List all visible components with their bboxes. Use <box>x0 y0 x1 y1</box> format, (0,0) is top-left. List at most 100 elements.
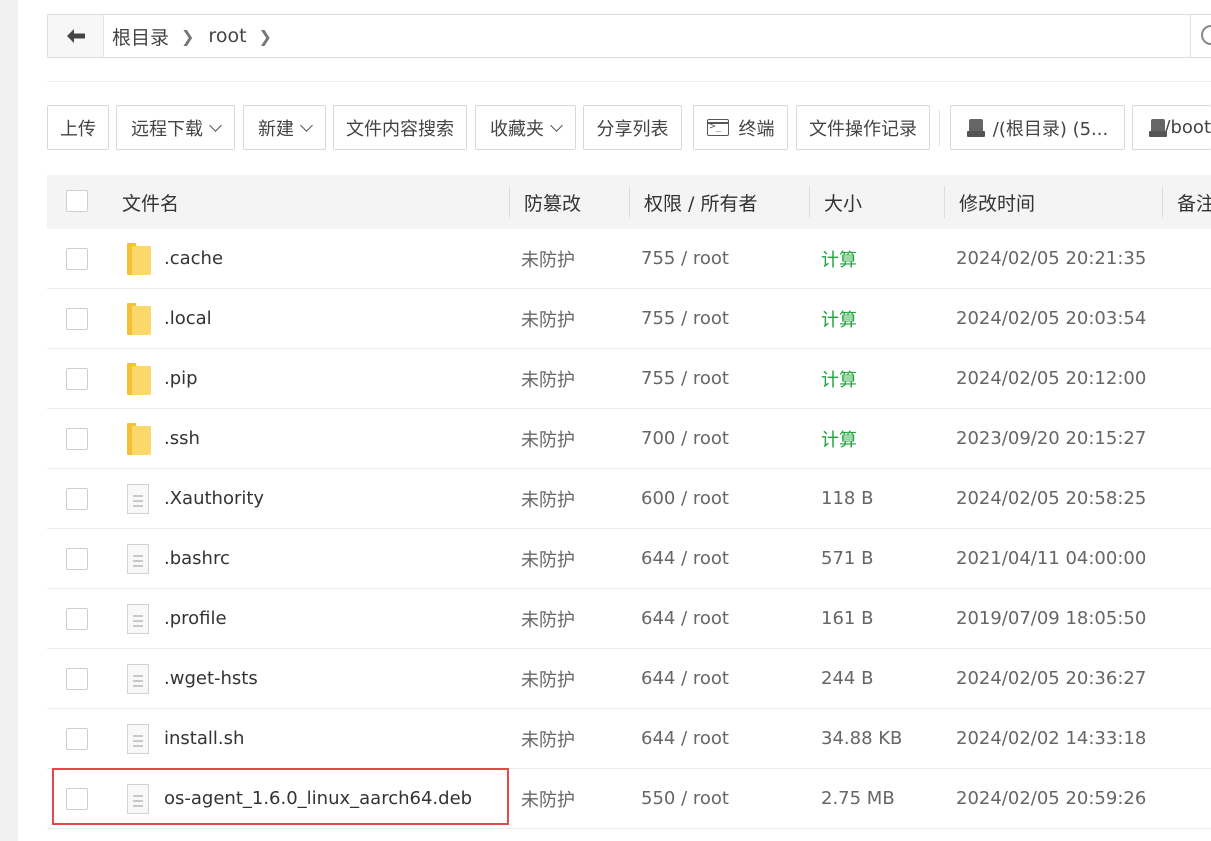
column-header-mtime[interactable]: 修改时间 <box>959 175 1035 229</box>
permission-owner: 644 / root <box>641 668 729 689</box>
column-divider <box>1162 186 1163 218</box>
favorites-button[interactable]: 收藏夹 <box>475 105 576 150</box>
column-header-note[interactable]: 备注 <box>1177 175 1211 229</box>
file-size: 34.88 KB <box>821 728 903 749</box>
address-bar: 根目录 ❯ root ❯ <box>47 14 1211 58</box>
row-checkbox[interactable] <box>66 728 88 750</box>
column-divider <box>809 186 810 218</box>
protect-status: 未防护 <box>521 429 575 451</box>
table-row[interactable]: .ssh 未防护 700 / root 计算 2023/09/20 20:15:27 <box>47 409 1211 469</box>
disk-root-label: /(根目录) (5... <box>992 118 1109 140</box>
row-checkbox[interactable] <box>66 428 88 450</box>
file-name[interactable]: .ssh <box>164 409 200 468</box>
table-row[interactable]: .pip 未防护 755 / root 计算 2024/02/05 20:12:00 <box>47 349 1211 409</box>
file-name[interactable]: .local <box>164 289 212 348</box>
modified-time: 2024/02/05 20:58:25 <box>956 488 1147 509</box>
modified-time: 2024/02/05 20:12:00 <box>956 368 1147 389</box>
chevron-down-icon <box>300 118 313 132</box>
file-name[interactable]: .pip <box>164 349 198 408</box>
search-button[interactable] <box>1190 15 1211 57</box>
permission-owner: 700 / root <box>641 428 729 449</box>
disk-boot-label: /boot <box>1164 117 1211 138</box>
row-checkbox[interactable] <box>66 548 88 570</box>
modified-time: 2019/07/09 18:05:50 <box>956 608 1147 629</box>
file-name[interactable]: .cache <box>164 229 223 288</box>
row-checkbox[interactable] <box>66 488 88 510</box>
calculate-size-link[interactable]: 计算 <box>821 289 857 348</box>
folder-icon <box>127 363 151 395</box>
calculate-size-link[interactable]: 计算 <box>821 349 857 408</box>
file-name[interactable]: .Xauthority <box>164 469 264 528</box>
file-name[interactable]: install.sh <box>164 709 244 768</box>
terminal-icon <box>706 119 729 136</box>
file-name[interactable]: .profile <box>164 589 227 648</box>
protect-status: 未防护 <box>521 249 575 271</box>
modified-time: 2024/02/02 14:33:18 <box>956 728 1147 749</box>
file-icon <box>127 664 149 694</box>
remote-download-label: 远程下载 <box>131 118 203 140</box>
column-divider <box>629 186 630 218</box>
column-header-size[interactable]: 大小 <box>824 175 862 229</box>
table-row[interactable]: .bashrc 未防护 644 / root 571 B 2021/04/11 04:0… <box>47 529 1211 589</box>
protect-status: 未防护 <box>521 309 575 331</box>
file-name[interactable]: .wget-hsts <box>164 649 258 708</box>
row-checkbox[interactable] <box>66 608 88 630</box>
calculate-size-link[interactable]: 计算 <box>821 409 857 468</box>
search-icon <box>1201 25 1211 45</box>
breadcrumb-item-root-dir[interactable]: 根目录 <box>112 23 169 50</box>
file-size: 118 B <box>821 488 874 509</box>
divider <box>47 81 1211 82</box>
table-row[interactable]: os-agent_1.6.0_linux_aarch64.deb 未防护 550 /… <box>47 769 1211 829</box>
new-button[interactable]: 新建 <box>243 105 326 150</box>
file-size: 2.75 MB <box>821 788 895 809</box>
disk-boot-button[interactable]: /boot <box>1132 105 1211 150</box>
permission-owner: 755 / root <box>641 248 729 269</box>
table-row[interactable]: .Xauthority 未防护 600 / root 118 B 2024/02/05 … <box>47 469 1211 529</box>
permission-owner: 755 / root <box>641 368 729 389</box>
row-checkbox[interactable] <box>66 368 88 390</box>
protect-status: 未防护 <box>521 369 575 391</box>
row-checkbox[interactable] <box>66 308 88 330</box>
remote-download-button[interactable]: 远程下载 <box>116 105 235 150</box>
breadcrumb-item-root[interactable]: root <box>208 25 246 47</box>
content-search-button[interactable]: 文件内容搜索 <box>333 105 467 150</box>
upload-button[interactable]: 上传 <box>47 105 109 150</box>
share-list-button[interactable]: 分享列表 <box>583 105 682 150</box>
back-button[interactable] <box>48 15 104 57</box>
table-row[interactable]: install.sh 未防护 644 / root 34.88 KB 2024/02/0… <box>47 709 1211 769</box>
chevron-down-icon <box>550 118 563 132</box>
column-divider <box>509 186 510 218</box>
table-row[interactable]: .cache 未防护 755 / root 计算 2024/02/05 20:21:35 <box>47 229 1211 289</box>
column-header-perm[interactable]: 权限 / 所有者 <box>644 175 757 229</box>
terminal-button[interactable]: 终端 <box>693 105 788 150</box>
column-header-name[interactable]: 文件名 <box>122 175 179 229</box>
folder-icon <box>127 303 151 335</box>
row-checkbox[interactable] <box>66 248 88 270</box>
file-name[interactable]: os-agent_1.6.0_linux_aarch64.deb <box>164 769 472 828</box>
content-search-label: 文件内容搜索 <box>346 118 454 140</box>
file-log-button[interactable]: 文件操作记录 <box>796 105 930 150</box>
file-icon <box>127 604 149 634</box>
table-row[interactable]: .local 未防护 755 / root 计算 2024/02/05 20:03:54 <box>47 289 1211 349</box>
calculate-size-link[interactable]: 计算 <box>821 229 857 288</box>
chevron-right-icon: ❯ <box>181 26 195 46</box>
column-header-protect[interactable]: 防篡改 <box>524 175 581 229</box>
select-all-checkbox[interactable] <box>66 190 88 212</box>
table-header: 文件名 防篡改 权限 / 所有者 大小 修改时间 备注 <box>47 175 1211 229</box>
folder-icon <box>127 423 151 455</box>
file-name[interactable]: .bashrc <box>164 529 230 588</box>
row-checkbox[interactable] <box>66 668 88 690</box>
column-divider <box>944 186 945 218</box>
disk-root-button[interactable]: /(根目录) (5... <box>950 105 1125 150</box>
permission-owner: 755 / root <box>641 308 729 329</box>
modified-time: 2024/02/05 20:59:26 <box>956 788 1147 809</box>
row-checkbox[interactable] <box>66 788 88 810</box>
table-row[interactable]: .wget-hsts 未防护 644 / root 244 B 2024/02/05 2… <box>47 649 1211 709</box>
disk-icon <box>1149 118 1169 137</box>
modified-time: 2023/09/20 20:15:27 <box>956 428 1147 449</box>
upload-label: 上传 <box>60 118 96 140</box>
modified-time: 2024/02/05 20:03:54 <box>956 308 1147 329</box>
table-row[interactable]: .profile 未防护 644 / root 161 B 2019/07/09 18:… <box>47 589 1211 649</box>
file-size: 161 B <box>821 608 874 629</box>
arrow-left-icon <box>66 29 85 43</box>
